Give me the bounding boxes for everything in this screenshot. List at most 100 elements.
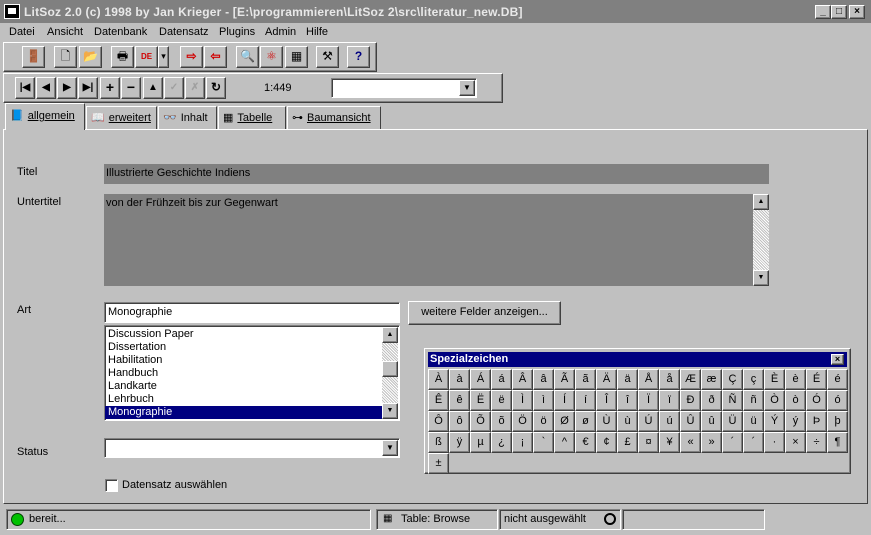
special-char-button[interactable]: ë (491, 390, 512, 411)
special-char-button[interactable]: õ (491, 411, 512, 432)
special-char-button[interactable]: Þ (806, 411, 827, 432)
refresh-icon[interactable]: ↻ (206, 77, 226, 99)
special-char-button[interactable]: þ (827, 411, 848, 432)
preview-icon[interactable]: 🔍 (236, 46, 259, 68)
tab-allgemein[interactable]: 📘 allgemein (5, 103, 85, 130)
special-char-button[interactable]: ß (428, 432, 449, 453)
help-icon[interactable]: ? (347, 46, 370, 68)
special-char-button[interactable]: Û (680, 411, 701, 432)
art-list-item[interactable]: Habilitation (105, 354, 383, 367)
special-char-button[interactable]: ò (785, 390, 806, 411)
special-char-button[interactable]: û (701, 411, 722, 432)
chevron-down-icon[interactable]: ▼ (382, 440, 398, 456)
special-char-button[interactable]: á (491, 369, 512, 390)
special-char-button[interactable]: Ä (596, 369, 617, 390)
special-char-button[interactable]: ± (428, 453, 449, 474)
special-char-button[interactable]: ¶ (827, 432, 848, 453)
special-char-button[interactable]: ¥ (659, 432, 680, 453)
edit-record-icon[interactable]: ▲ (143, 77, 163, 99)
record-combo[interactable]: ▼ (331, 78, 477, 98)
last-record-icon[interactable]: ▶| (78, 77, 98, 99)
special-char-button[interactable]: Ç (722, 369, 743, 390)
special-char-button[interactable]: ú (659, 411, 680, 432)
next-record-icon[interactable]: ▶ (57, 77, 77, 99)
special-char-button[interactable]: £ (617, 432, 638, 453)
art-listbox[interactable]: Discussion Paper Dissertation Habilitation… (104, 325, 400, 421)
special-char-button[interactable]: Ã (554, 369, 575, 390)
cancel-edit-icon[interactable]: ✗ (185, 77, 205, 99)
new-document-icon[interactable]: 🗋 (54, 46, 77, 68)
special-char-button[interactable]: æ (701, 369, 722, 390)
tab-tabelle[interactable]: ▦ Tabelle (218, 106, 286, 129)
special-char-button[interactable]: Ò (764, 390, 785, 411)
tools-icon[interactable]: ⚒ (316, 46, 339, 68)
titel-field[interactable]: Illustrierte Geschichte Indiens (104, 164, 769, 184)
open-folder-icon[interactable]: 📂 (79, 46, 102, 68)
art-list-item[interactable]: Monographie (105, 406, 383, 419)
special-char-button[interactable]: Ý (764, 411, 785, 432)
art-list-item[interactable]: Handbuch (105, 367, 383, 380)
special-char-button[interactable]: ó (827, 390, 848, 411)
special-char-button[interactable]: ^ (554, 432, 575, 453)
special-char-button[interactable]: ù (617, 411, 638, 432)
maximize-button[interactable]: □ (831, 5, 847, 19)
special-char-button[interactable]: ¢ (596, 432, 617, 453)
convert-icon[interactable]: ⚛ (260, 46, 283, 68)
tab-baumansicht[interactable]: ⊶ Baumansicht (287, 106, 381, 129)
special-char-button[interactable]: Î (596, 390, 617, 411)
art-list-item[interactable]: Lehrbuch (105, 393, 383, 406)
language-icon[interactable]: DE (135, 46, 158, 68)
special-char-button[interactable]: ` (533, 432, 554, 453)
scroll-down-icon[interactable]: ▼ (753, 270, 769, 286)
special-char-button[interactable]: ô (449, 411, 470, 432)
special-char-button[interactable]: · (764, 432, 785, 453)
special-char-button[interactable]: Å (638, 369, 659, 390)
special-char-button[interactable]: Ô (428, 411, 449, 432)
menu-hilfe[interactable]: Hilfe (306, 26, 328, 38)
special-char-button[interactable]: Õ (470, 411, 491, 432)
special-char-button[interactable]: « (680, 432, 701, 453)
special-char-button[interactable]: Ñ (722, 390, 743, 411)
special-char-button[interactable]: Ê (428, 390, 449, 411)
special-char-button[interactable]: ã (575, 369, 596, 390)
special-char-button[interactable]: ý (785, 411, 806, 432)
special-char-button[interactable]: â (533, 369, 554, 390)
close-button[interactable]: × (849, 5, 865, 19)
menu-admin[interactable]: Admin (265, 26, 296, 38)
special-char-button[interactable]: é (827, 369, 848, 390)
app-icon[interactable] (4, 4, 20, 19)
calculator-icon[interactable]: ▦ (285, 46, 308, 68)
export-icon[interactable]: ⇨ (180, 46, 203, 68)
special-char-button[interactable]: ´ (743, 432, 764, 453)
status-select[interactable]: ▼ (104, 438, 400, 458)
language-dropdown-icon[interactable]: ▾ (158, 46, 169, 68)
special-char-button[interactable]: ì (533, 390, 554, 411)
special-char-button[interactable]: ¿ (491, 432, 512, 453)
special-char-button[interactable]: ç (743, 369, 764, 390)
art-list-scrollbar[interactable]: ▲ ▼ (382, 327, 398, 419)
special-char-button[interactable]: ÷ (806, 432, 827, 453)
special-char-button[interactable]: » (701, 432, 722, 453)
scroll-down-icon[interactable]: ▼ (382, 403, 398, 419)
art-input[interactable]: Monographie (104, 302, 400, 323)
special-char-button[interactable]: Ù (596, 411, 617, 432)
special-char-button[interactable]: Ð (680, 390, 701, 411)
special-char-button[interactable]: Á (470, 369, 491, 390)
special-char-button[interactable]: € (575, 432, 596, 453)
scroll-up-icon[interactable]: ▲ (753, 194, 769, 210)
minimize-button[interactable]: _ (815, 5, 831, 19)
special-char-button[interactable]: À (428, 369, 449, 390)
special-char-button[interactable]: ð (701, 390, 722, 411)
art-list-item[interactable]: Dissertation (105, 341, 383, 354)
special-char-button[interactable]: µ (470, 432, 491, 453)
special-char-button[interactable]: ä (617, 369, 638, 390)
special-char-button[interactable]: Ï (638, 390, 659, 411)
special-char-button[interactable]: ´ (722, 432, 743, 453)
special-char-button[interactable]: Ë (470, 390, 491, 411)
special-char-button[interactable]: Í (554, 390, 575, 411)
menu-ansicht[interactable]: Ansicht (47, 26, 83, 38)
special-char-button[interactable]: Ø (554, 411, 575, 432)
special-char-button[interactable]: È (764, 369, 785, 390)
datensatz-checkbox[interactable] (105, 479, 118, 492)
first-record-icon[interactable]: |◀ (15, 77, 35, 99)
